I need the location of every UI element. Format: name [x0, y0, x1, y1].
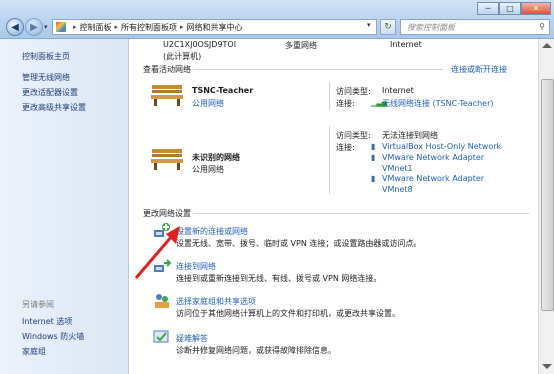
- adapter-link[interactable]: VMware Network Adapter: [382, 174, 484, 183]
- see-also-internet-options[interactable]: Internet 选项: [22, 316, 72, 327]
- network-adapter-icon: ▮: [371, 142, 376, 151]
- search-icon: ⚲: [539, 22, 545, 31]
- refresh-button[interactable]: ↻: [380, 19, 396, 35]
- computer-subtitle: (此计算机): [163, 52, 202, 61]
- chevron-right-icon: ▸: [73, 23, 77, 31]
- see-also-homegroup[interactable]: 家庭组: [22, 346, 46, 357]
- homegroup-sharing-link[interactable]: 选择家庭组和共享选项: [176, 296, 256, 307]
- scroll-thumb[interactable]: [541, 79, 554, 311]
- back-arrow-icon: ◀: [11, 21, 19, 33]
- bench-icon: [151, 149, 183, 170]
- connection-label: 连接:: [336, 143, 355, 152]
- column-divider: [329, 82, 330, 110]
- breadcrumb-item[interactable]: 控制面板: [80, 22, 112, 33]
- breadcrumb-item[interactable]: 网络和共享中心: [187, 22, 243, 33]
- search-input[interactable]: 搜索控制面板 ⚲: [400, 19, 550, 35]
- sidebar-item-adapter-settings[interactable]: 更改适配器设置: [22, 87, 78, 98]
- homegroup-icon: [155, 294, 169, 308]
- maximize-button[interactable]: □: [499, 2, 521, 15]
- adapter-link[interactable]: VMware Network Adapter: [382, 153, 484, 162]
- recent-pages-dropdown[interactable]: ▾: [44, 23, 48, 31]
- adapter-link[interactable]: VirtualBox Host-Only Network: [382, 142, 501, 151]
- task-description: 访问位于其他网络计算机上的文件和打印机，或更改共享设置。: [176, 309, 400, 318]
- scroll-down-icon[interactable]: [542, 364, 552, 369]
- access-type-label: 访问类型:: [336, 131, 371, 140]
- chevron-right-icon: ▸: [114, 23, 119, 31]
- network-name: 未识别的网络: [192, 153, 240, 162]
- scroll-up-icon[interactable]: [542, 43, 552, 48]
- close-button[interactable]: ✕: [521, 2, 551, 15]
- adapter-link[interactable]: VMnet1: [382, 164, 413, 173]
- internet-label: Internet: [390, 40, 422, 49]
- address-dropdown-icon[interactable]: ▾: [367, 21, 371, 29]
- access-type-label: 访问类型:: [336, 87, 371, 96]
- computer-name: U2C1XJ0OSJD9TOI: [163, 40, 237, 49]
- network-adapter-icon: ▮: [371, 174, 376, 183]
- see-also-firewall[interactable]: Windows 防火墙: [22, 331, 84, 342]
- task-description: 连接到或重新连接到无线、有线、拨号或 VPN 网络连接。: [176, 274, 382, 283]
- access-type-value: Internet: [382, 86, 414, 95]
- section-divider: [193, 213, 529, 214]
- troubleshoot-icon: [153, 330, 169, 343]
- bench-icon: [151, 85, 183, 106]
- network-name: TSNC-Teacher: [192, 86, 254, 95]
- connection-label: 连接:: [336, 99, 355, 108]
- connect-disconnect-link[interactable]: 连接或断开连接: [451, 64, 507, 75]
- access-type-value: 无法连接到网络: [382, 131, 438, 140]
- refresh-icon: ↻: [384, 22, 392, 32]
- active-networks-title: 查看活动网络: [143, 65, 191, 74]
- change-settings-title: 更改网络设置: [143, 209, 191, 218]
- annotation-arrow: [134, 226, 180, 279]
- breadcrumb-item[interactable]: 所有控制面板项: [121, 22, 177, 33]
- see-also-heading: 另请参阅: [22, 300, 54, 309]
- control-panel-icon: [56, 22, 66, 32]
- column-divider: [329, 126, 330, 194]
- sidebar-item-control-panel-home[interactable]: 控制面板主页: [22, 51, 70, 62]
- multiple-networks-label: 多重网络: [285, 41, 317, 50]
- adapter-link[interactable]: VMnet8: [382, 185, 413, 194]
- back-button[interactable]: ◀: [6, 18, 24, 36]
- forward-button[interactable]: ▶: [25, 18, 43, 36]
- left-nav-pane: 控制面板主页 管理无线网络 更改适配器设置 更改高级共享设置 另请参阅 Inte…: [0, 39, 129, 374]
- chevron-right-icon: ▸: [180, 23, 184, 31]
- search-placeholder: 搜索控制面板: [407, 22, 455, 32]
- wireless-connection-link[interactable]: 无线网络连接 (TSNC-Teacher): [382, 98, 494, 109]
- forward-arrow-icon: ▶: [30, 21, 38, 33]
- network-type-link[interactable]: 公用网络: [192, 98, 224, 109]
- task-description: 诊断并修复网络问题，或获得故障排除信息。: [176, 346, 336, 355]
- troubleshoot-link[interactable]: 疑难解答: [176, 333, 208, 344]
- network-adapter-icon: ▮: [371, 153, 376, 162]
- sidebar-item-advanced-sharing[interactable]: 更改高级共享设置: [22, 102, 86, 113]
- vertical-scrollbar[interactable]: [538, 39, 554, 374]
- sidebar-item-manage-wireless[interactable]: 管理无线网络: [22, 72, 70, 83]
- task-description: 设置无线、宽带、拨号、临时或 VPN 连接；或设置路由器或访问点。: [176, 239, 422, 248]
- network-type: 公用网络: [192, 165, 224, 174]
- section-divider: [193, 69, 443, 70]
- minimize-button[interactable]: ─: [477, 2, 499, 15]
- address-bar[interactable]: ▸ 控制面板 ▸ 所有控制面板项 ▸ 网络和共享中心: [52, 19, 377, 35]
